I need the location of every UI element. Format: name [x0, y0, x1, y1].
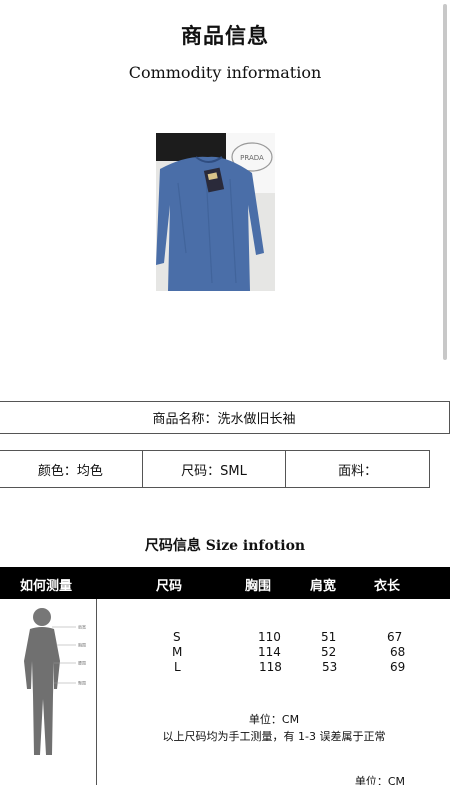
header-length: 衣长: [374, 579, 401, 594]
cell-length: 68: [390, 645, 406, 659]
header-how-to-measure: 如何测量: [20, 579, 73, 594]
table-row: M 114 52 68: [0, 645, 450, 660]
product-name: 商品名称：洗水做旧长袖: [0, 401, 450, 434]
figure-label-hip: 臀围: [78, 680, 86, 686]
cell-size: L: [174, 660, 181, 674]
cell-shoulder: 53: [322, 660, 338, 674]
cell-size: S: [173, 630, 181, 644]
page-subtitle: Commodity information: [128, 63, 322, 82]
sweater-image: PRADA: [156, 133, 275, 291]
table-row: L 118 53 69: [0, 660, 450, 675]
cell-chest: 110: [258, 630, 281, 644]
figure-label-shoulder: 肩宽: [78, 624, 86, 630]
unit-note: 单位：CM: [248, 713, 300, 726]
cell-chest: 118: [259, 660, 282, 674]
header-shoulder: 肩宽: [310, 579, 337, 594]
cell-size: M: [172, 645, 183, 659]
footer-unit-note: 单位：CM: [354, 775, 405, 785]
cell-length: 69: [390, 660, 406, 674]
color-attribute: 颜色：均色: [0, 451, 143, 487]
error-note: 以上尺码均为手工测量，有 1-3 误差属于正常: [162, 730, 386, 743]
brand-mark: PRADA: [240, 154, 264, 162]
header-chest: 胸围: [245, 579, 272, 594]
cell-length: 67: [387, 630, 403, 644]
table-row: S 110 51 67: [0, 630, 450, 645]
cell-shoulder: 51: [321, 630, 337, 644]
body-figure-icon: 肩宽 胸围 腰围 臀围: [24, 608, 86, 755]
page-title: 商品信息: [181, 24, 269, 48]
size-table-header: 如何测量 尺码 胸围 肩宽 衣长: [0, 567, 450, 599]
measurement-figure-area: 肩宽 胸围 腰围 臀围: [0, 599, 97, 785]
size-table-body: S 110 51 67 M 114 52 68 L 118 53 69: [0, 630, 450, 675]
product-attributes: 颜色：均色 尺码：SML 面料：: [0, 450, 430, 488]
cell-chest: 114: [258, 645, 281, 659]
scrollbar[interactable]: [443, 4, 447, 360]
cell-shoulder: 52: [321, 645, 337, 659]
fabric-attribute: 面料：: [338, 463, 378, 479]
size-section-title: 尺码信息 Size infotion: [144, 538, 306, 554]
size-attribute: 尺码：SML: [143, 451, 287, 487]
header-size: 尺码: [156, 579, 183, 594]
product-photo: PRADA: [156, 133, 275, 291]
